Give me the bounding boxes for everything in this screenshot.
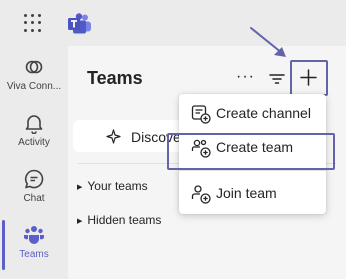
menu-item-label: Create channel: [216, 105, 311, 121]
group-your-teams[interactable]: ▶ Your teams: [77, 179, 148, 193]
menu-item-join-team[interactable]: Join team: [179, 178, 326, 210]
rail-item-teams[interactable]: Teams: [0, 224, 68, 274]
rail-item-label: Chat: [23, 193, 45, 204]
sparkle-icon: [106, 129, 121, 144]
group-hidden-teams[interactable]: ▶ Hidden teams: [77, 213, 161, 227]
join-team-icon: [191, 185, 211, 204]
rail-item-viva-connections[interactable]: Viva Conn...: [0, 56, 68, 106]
create-team-highlight: [167, 133, 335, 170]
caret-right-icon: ▶: [77, 218, 83, 225]
teams-logo-icon: [68, 13, 91, 34]
teams-icon: [24, 226, 44, 244]
plus-icon: [300, 69, 317, 86]
bell-icon: [25, 115, 43, 134]
menu-divider: [179, 170, 326, 171]
viva-connections-icon: [25, 60, 43, 74]
page-title: Teams: [87, 68, 143, 88]
create-channel-icon: [191, 105, 211, 124]
waffle-icon[interactable]: [24, 14, 42, 32]
rail-item-label: Viva Conn...: [6, 81, 62, 92]
filter-icon[interactable]: [269, 72, 285, 86]
group-label: Your teams: [87, 179, 148, 193]
menu-item-label: Join team: [216, 185, 277, 201]
app-bar: [0, 0, 346, 46]
menu-item-create-channel[interactable]: Create channel: [179, 98, 326, 130]
caret-right-icon: ▶: [77, 184, 83, 191]
rail-item-label: Teams: [19, 249, 49, 260]
chat-icon: [24, 169, 44, 189]
rail-item-label: Activity: [18, 137, 50, 148]
more-options-button[interactable]: ···: [236, 68, 256, 88]
annotation-arrow: [250, 27, 286, 57]
left-rail: Viva Conn... Activity Chat Teams: [0, 46, 68, 279]
rail-item-activity[interactable]: Activity: [0, 112, 68, 162]
rail-item-chat[interactable]: Chat: [0, 168, 68, 218]
group-label: Hidden teams: [87, 213, 162, 227]
add-button[interactable]: [290, 60, 328, 96]
